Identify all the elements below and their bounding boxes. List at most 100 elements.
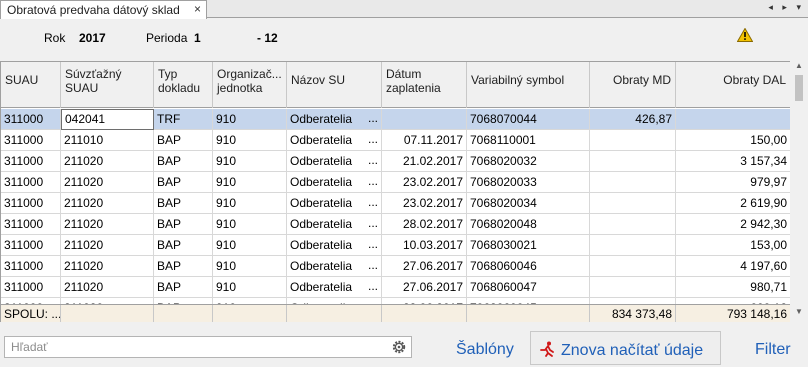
cell-variable-symbol[interactable]: 7068060046	[467, 256, 590, 277]
cell-suau[interactable]: 311000	[1, 256, 61, 277]
scroll-up-icon[interactable]: ▲	[790, 61, 808, 75]
cell-variable-symbol[interactable]: 7068060047	[467, 277, 590, 298]
cell-turnover-md[interactable]	[590, 172, 676, 193]
column-header-doc-type[interactable]: Typ dokladu	[154, 62, 213, 108]
cell-suau[interactable]: 311000	[1, 235, 61, 256]
cell-payment-date[interactable]: 28.02.2017	[382, 214, 467, 235]
cell-doc-type[interactable]: TRF	[154, 109, 213, 130]
cell-payment-date[interactable]: 10.03.2017	[382, 235, 467, 256]
cell-doc-type[interactable]: BAP	[154, 256, 213, 277]
lookup-ellipsis-button[interactable]: ...	[368, 132, 378, 146]
scrollbar-thumb[interactable]	[795, 75, 803, 101]
cell-turnover-dal[interactable]: 980,71	[676, 277, 790, 298]
cell-payment-date[interactable]: 23.02.2017	[382, 193, 467, 214]
cell-turnover-md[interactable]	[590, 256, 676, 277]
column-header-payment-date[interactable]: Dátum zaplatenia	[382, 62, 467, 108]
cell-doc-type[interactable]: BAP	[154, 277, 213, 298]
cell-su-name[interactable]: Odberatelia...	[287, 193, 382, 214]
cell-payment-date[interactable]: 27.06.2017	[382, 277, 467, 298]
table-row[interactable]: 311000 211020 BAP 910 Odberatelia... 23.02.20…	[1, 172, 790, 193]
cell-doc-type[interactable]: BAP	[154, 172, 213, 193]
lookup-ellipsis-button[interactable]: ...	[368, 279, 378, 293]
cell-payment-date[interactable]: 07.11.2017	[382, 130, 467, 151]
cell-su-name[interactable]: Odberatelia...	[287, 214, 382, 235]
period-from-value[interactable]: 1	[194, 31, 201, 45]
gear-icon[interactable]	[391, 339, 407, 355]
cell-turnover-dal[interactable]: 2 619,90	[676, 193, 790, 214]
cell-org-unit[interactable]: 910	[213, 172, 287, 193]
cell-org-unit[interactable]: 910	[213, 235, 287, 256]
cell-org-unit[interactable]: 910	[213, 214, 287, 235]
table-row[interactable]: 311000 211020 BAP 910 Odberatelia... 28.02.20…	[1, 214, 790, 235]
cell-doc-type[interactable]: BAP	[154, 193, 213, 214]
cell-variable-symbol[interactable]: 7068020048	[467, 214, 590, 235]
cell-variable-symbol[interactable]: 7068020033	[467, 172, 590, 193]
cell-doc-type[interactable]: BAP	[154, 214, 213, 235]
cell-doc-type[interactable]: BAP	[154, 235, 213, 256]
cell-turnover-md[interactable]	[590, 151, 676, 172]
cell-doc-type[interactable]: BAP	[154, 151, 213, 172]
cell-org-unit[interactable]: 910	[213, 151, 287, 172]
cell-related-suau[interactable]: 211020	[61, 214, 154, 235]
tab-scroll-left-icon[interactable]: ◂	[768, 2, 776, 12]
cell-suau[interactable]: 311000	[1, 151, 61, 172]
table-row[interactable]: 311000 211020 BAP 910 Odberatelia... 27.06.20…	[1, 256, 790, 277]
table-row[interactable]: 311000 211020 BAP 910 Odberatelia... 21.02.20…	[1, 151, 790, 172]
column-header-variable-symbol[interactable]: Variabilný symbol	[467, 62, 590, 108]
cell-turnover-dal[interactable]: 3 157,34	[676, 151, 790, 172]
cell-su-name[interactable]: Odberatelia...	[287, 256, 382, 277]
cell-suau[interactable]: 311000	[1, 193, 61, 214]
column-header-turnover-dal[interactable]: Obraty DAL	[676, 62, 790, 108]
cell-related-suau[interactable]: 211010	[61, 130, 154, 151]
cell-suau[interactable]: 311000	[1, 130, 61, 151]
cell-turnover-md[interactable]	[590, 130, 676, 151]
cell-turnover-md[interactable]	[590, 277, 676, 298]
lookup-ellipsis-button[interactable]: ...	[368, 174, 378, 188]
cell-payment-date[interactable]: 27.06.2017	[382, 256, 467, 277]
lookup-ellipsis-button[interactable]: ...	[368, 258, 378, 272]
warning-icon[interactable]	[737, 28, 753, 42]
cell-su-name[interactable]: Odberatelia...	[287, 151, 382, 172]
filter-button[interactable]: Filter	[755, 331, 791, 365]
tab-scroll-right-icon[interactable]: ▸	[782, 2, 790, 12]
cell-org-unit[interactable]: 910	[213, 193, 287, 214]
cell-related-suau[interactable]: 211020	[61, 193, 154, 214]
column-header-org-unit[interactable]: Organizač... jednotka	[213, 62, 287, 108]
cell-related-suau[interactable]: 211020	[61, 151, 154, 172]
cell-turnover-dal[interactable]: 979,97	[676, 172, 790, 193]
lookup-ellipsis-button[interactable]: ...	[368, 216, 378, 230]
cell-suau[interactable]: 311000	[1, 277, 61, 298]
cell-org-unit[interactable]: 910	[213, 256, 287, 277]
table-row[interactable]: 311000 211020 BAP 910 Odberatelia... 10.03.20…	[1, 235, 790, 256]
reload-data-button[interactable]: Znova načítať údaje	[530, 331, 721, 365]
cell-payment-date[interactable]	[382, 109, 467, 130]
cell-turnover-md[interactable]	[590, 235, 676, 256]
period-to-value[interactable]: - 12	[257, 31, 278, 45]
cell-payment-date[interactable]: 23.02.2017	[382, 172, 467, 193]
cell-org-unit[interactable]: 910	[213, 130, 287, 151]
search-input[interactable]	[9, 339, 379, 355]
cell-su-name[interactable]: Odberatelia...	[287, 277, 382, 298]
cell-turnover-dal[interactable]: 153,00	[676, 235, 790, 256]
cell-turnover-dal[interactable]: 4 197,60	[676, 256, 790, 277]
cell-su-name[interactable]: Odberatelia...	[287, 130, 382, 151]
cell-doc-type[interactable]: BAP	[154, 130, 213, 151]
cell-variable-symbol[interactable]: 7068110001	[467, 130, 590, 151]
cell-related-suau[interactable]: 211020	[61, 172, 154, 193]
vertical-scrollbar[interactable]: ▲ ▼	[790, 61, 808, 322]
column-header-suau[interactable]: SUAU	[1, 62, 61, 108]
cell-variable-symbol[interactable]: 7068030021	[467, 235, 590, 256]
cell-turnover-md[interactable]	[590, 214, 676, 235]
cell-variable-symbol[interactable]: 7068070044	[467, 109, 590, 130]
close-icon[interactable]: ×	[194, 2, 201, 16]
column-header-su-name[interactable]: Názov SU	[287, 62, 382, 108]
cell-suau[interactable]: 311000	[1, 172, 61, 193]
cell-su-name[interactable]: Odberatelia...	[287, 235, 382, 256]
table-row[interactable]: 311000 211010 BAP 910 Odberatelia... 07.11.20…	[1, 130, 790, 151]
cell-related-suau[interactable]: 211020	[61, 235, 154, 256]
cell-suau[interactable]: 311000	[1, 109, 61, 130]
cell-turnover-dal[interactable]: 2 942,30	[676, 214, 790, 235]
table-row[interactable]: 311000 211020 BAP 910 Odberatelia... 27.06.20…	[1, 277, 790, 298]
cell-turnover-md[interactable]: 426,87	[590, 109, 676, 130]
templates-button[interactable]: Šablóny	[456, 331, 514, 365]
